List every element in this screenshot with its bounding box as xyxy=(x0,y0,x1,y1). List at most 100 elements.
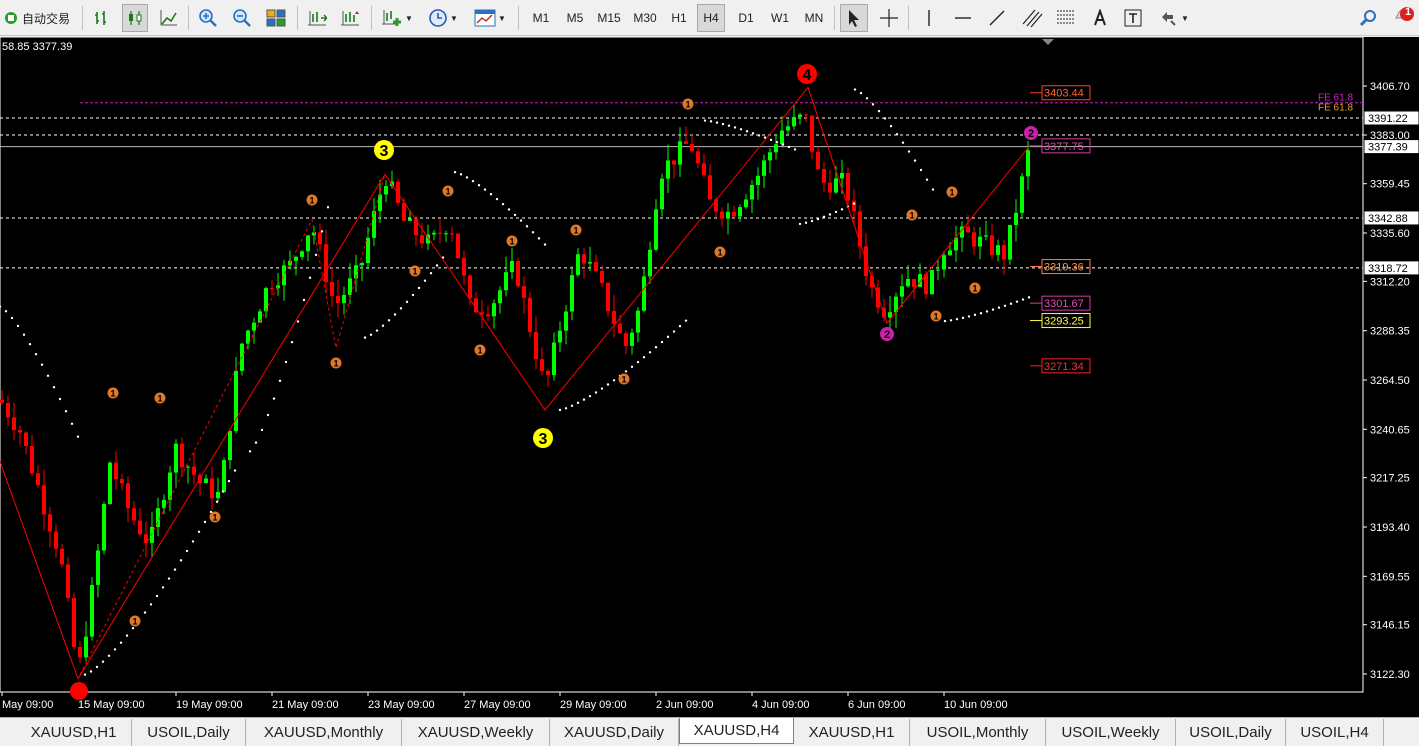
chart-shift-button[interactable] xyxy=(304,4,330,32)
line-chart-button[interactable] xyxy=(156,4,182,32)
timeframe-d1-button[interactable]: D1 xyxy=(731,4,761,32)
sar-dot xyxy=(666,335,670,339)
chart-tab-usoil-daily[interactable]: USOIL,Daily xyxy=(1176,719,1286,746)
chart-tab-usoil-weekly[interactable]: USOIL,Weekly xyxy=(1046,719,1176,746)
sar-dot xyxy=(907,150,911,153)
arrows-icon xyxy=(1159,9,1179,27)
sar-dot xyxy=(326,206,330,209)
candle-body xyxy=(264,288,268,312)
text-button[interactable] xyxy=(1088,4,1112,32)
sar-dot xyxy=(290,340,294,344)
sar-dot xyxy=(399,307,403,310)
candlestick-button[interactable] xyxy=(122,4,148,32)
chart-tabs: XAUUSD,H1 USOIL,Daily XAUUSD,Monthly XAUUSD… xyxy=(0,717,1419,746)
sar-dot xyxy=(203,520,207,524)
sar-dot xyxy=(459,173,463,176)
y-axis-label: 3406.70 xyxy=(1370,81,1410,93)
sar-dot xyxy=(197,530,201,533)
sar-dot xyxy=(925,178,929,181)
candle-body xyxy=(732,211,736,217)
arrows-button[interactable]: ▼ xyxy=(1154,4,1194,32)
equidistant-channel-button[interactable] xyxy=(1018,4,1046,32)
fibonacci-button[interactable] xyxy=(1052,4,1080,32)
chart-area[interactable]: 3406.70 3383.00 3359.45 3335.60 3312.20 3288.… xyxy=(0,37,1419,717)
chart-tab-xauusd-weekly[interactable]: XAUUSD,Weekly xyxy=(402,719,550,746)
timeframe-h4-button[interactable]: H4 xyxy=(697,4,725,32)
chart-tab-xauusd-monthly[interactable]: XAUUSD,Monthly xyxy=(246,719,402,746)
horizontal-line-button[interactable] xyxy=(950,4,976,32)
search-button[interactable] xyxy=(1354,4,1382,32)
wave-label-3-top: 3 xyxy=(374,140,394,160)
candle-body xyxy=(1014,212,1018,225)
timeframe-m1-button[interactable]: M1 xyxy=(526,4,556,32)
candle-body xyxy=(804,114,808,116)
chart-tab-usoil-daily[interactable]: USOIL,Daily xyxy=(132,719,246,746)
sar-dot xyxy=(961,316,965,320)
crosshair-button[interactable] xyxy=(876,4,902,32)
timeframe-m15-button[interactable]: M15 xyxy=(592,4,626,32)
autotrade-button[interactable]: 自动交易 xyxy=(0,4,74,32)
sar-dot xyxy=(507,208,511,211)
sar-dot xyxy=(10,316,14,320)
candle-body xyxy=(792,116,796,127)
candle-body xyxy=(336,295,340,303)
candle-body xyxy=(672,160,676,165)
autoscroll-button[interactable] xyxy=(337,4,363,32)
sar-dot xyxy=(101,660,105,663)
sar-dot xyxy=(955,317,959,321)
sar-dot xyxy=(775,140,779,144)
candle-body xyxy=(828,182,832,193)
bar-chart-button[interactable] xyxy=(90,4,114,32)
indicators-button[interactable]: ▼ xyxy=(378,4,416,32)
candle-body xyxy=(612,311,616,324)
text-label-button[interactable] xyxy=(1120,4,1146,32)
trendline-button[interactable] xyxy=(984,4,1010,32)
wave-label-2-current-text: 2 xyxy=(1028,128,1034,140)
sar-dot xyxy=(985,310,989,313)
candle-body xyxy=(840,172,844,179)
chart-tab-xauusd-h4[interactable]: XAUUSD,H4 xyxy=(679,718,794,744)
chart-tab-xauusd-h1[interactable]: XAUUSD,H1 xyxy=(794,719,910,746)
notification-button[interactable]: 1 xyxy=(1393,4,1415,26)
chart-tab-xauusd-daily[interactable]: XAUUSD,Daily xyxy=(550,719,679,746)
zoom-in-button[interactable] xyxy=(195,4,221,32)
timeframe-h1-button[interactable]: H1 xyxy=(664,4,694,32)
level-box-label: 3293.25 xyxy=(1044,316,1084,328)
zoom-out-button[interactable] xyxy=(229,4,255,32)
candle-body xyxy=(60,548,64,565)
sar-dot xyxy=(648,351,652,354)
candle-body xyxy=(492,303,496,317)
sub-wave-marker-text: 1 xyxy=(933,312,938,322)
ohlc-readout: 58.85 3377.39 xyxy=(2,41,73,53)
chart-tab-xauusd-h1[interactable]: XAUUSD,H1 xyxy=(16,719,132,746)
chart-tab-usoil-h4[interactable]: USOIL,H4 xyxy=(1286,719,1384,746)
sar-dot xyxy=(40,363,44,366)
candlestick-chart[interactable]: 3406.703383.003359.453335.603312.203288.… xyxy=(0,37,1419,717)
candle-body xyxy=(996,245,1000,255)
timeframe-m30-button[interactable]: M30 xyxy=(629,4,661,32)
wave-label-3-bottom-text: 3 xyxy=(539,431,548,448)
sar-dot xyxy=(1009,302,1013,305)
timeframe-m5-button[interactable]: M5 xyxy=(560,4,590,32)
vertical-line-button[interactable] xyxy=(916,4,942,32)
timeframe-mn-button[interactable]: MN xyxy=(799,4,829,32)
level-box-label: 3403.44 xyxy=(1044,88,1084,100)
periods-button[interactable]: ▼ xyxy=(424,4,462,32)
template-icon xyxy=(474,9,496,27)
candle-body xyxy=(684,141,688,144)
sub-wave-marker-text: 1 xyxy=(445,187,450,197)
sar-dot xyxy=(745,130,749,133)
candle-body xyxy=(888,312,892,318)
wave-label-3-top-text: 3 xyxy=(380,143,389,160)
tile-windows-button[interactable] xyxy=(263,4,289,32)
timeframe-w1-button[interactable]: W1 xyxy=(766,4,794,32)
candle-body xyxy=(126,483,130,509)
candle-body xyxy=(360,263,364,266)
sar-dot xyxy=(979,311,983,315)
candle-body xyxy=(534,331,538,360)
sar-dot xyxy=(630,365,634,369)
templates-button[interactable]: ▼ xyxy=(470,4,510,32)
chart-tab-usoil-monthly[interactable]: USOIL,Monthly xyxy=(910,719,1046,746)
sar-dot xyxy=(95,665,99,669)
cursor-button[interactable] xyxy=(840,4,868,32)
